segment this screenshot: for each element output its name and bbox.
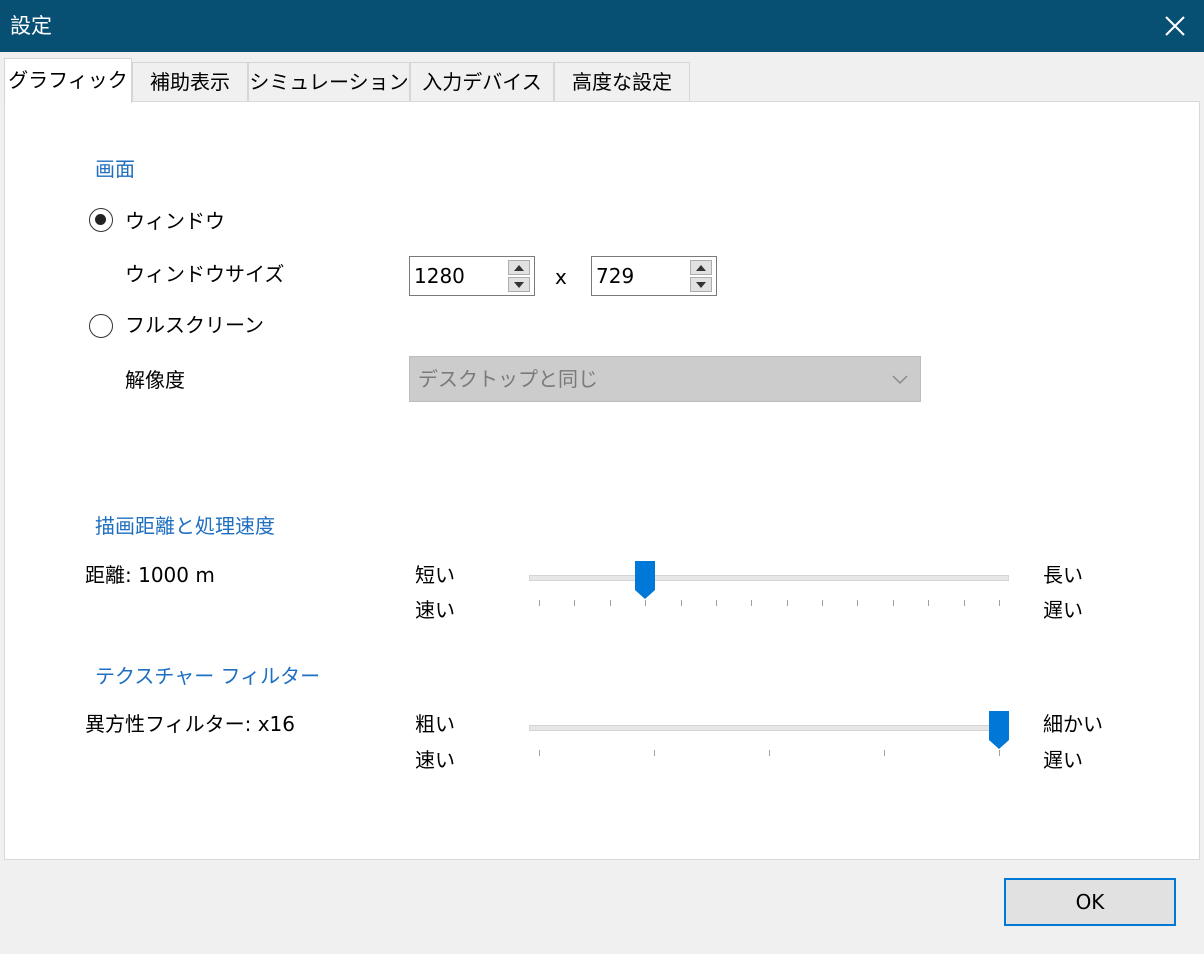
close-icon [1165, 16, 1185, 36]
fullscreen-mode-label: フルスクリーン [125, 313, 264, 337]
slider-tick [610, 600, 611, 606]
draw-distance-slider-track [529, 575, 1009, 581]
window-width-value: 1280 [414, 264, 465, 288]
slider-tick [769, 750, 770, 756]
slider-tick [645, 600, 646, 606]
slider-tick [893, 600, 894, 606]
texture-coarse-label: 粗い [415, 712, 455, 736]
spin-up-icon [696, 264, 706, 271]
draw-distance-slow-label: 遅い [1043, 598, 1083, 622]
title-bar: 設定 [0, 0, 1204, 52]
slider-tick [539, 750, 540, 756]
slider-tick [787, 600, 788, 606]
draw-distance-slider-thumb[interactable] [634, 560, 656, 600]
tab-assist-display[interactable]: 補助表示 [132, 62, 248, 102]
draw-distance-long-label: 長い [1043, 563, 1083, 587]
spin-down-icon [696, 281, 706, 288]
tab-advanced-settings[interactable]: 高度な設定 [554, 62, 690, 102]
window-width-spinner[interactable]: 1280 [409, 256, 535, 296]
graphics-panel: 画面 ウィンドウ ウィンドウサイズ 1280 x 729 フルスクリーン 解像度… [4, 101, 1200, 860]
spin-up-icon [514, 264, 524, 271]
texture-filter-slider-thumb[interactable] [988, 710, 1010, 750]
draw-distance-short-label: 短い [415, 563, 455, 587]
chevron-down-icon [892, 375, 908, 385]
window-height-spinner[interactable]: 729 [591, 256, 717, 296]
texture-fast-label: 速い [415, 748, 455, 772]
slider-tick [928, 600, 929, 606]
tab-input-devices[interactable]: 入力デバイス [410, 62, 554, 102]
size-separator: x [555, 265, 567, 289]
window-mode-radio[interactable] [89, 208, 113, 232]
draw-distance-value: 距離: 1000 m [85, 563, 215, 587]
texture-filter-slider[interactable] [529, 708, 1009, 768]
height-increment-button[interactable] [690, 260, 712, 275]
window-mode-label: ウィンドウ [125, 209, 225, 233]
texture-filter-section-title: テクスチャー フィルター [95, 664, 321, 688]
slider-tick [884, 750, 885, 756]
slider-tick [654, 750, 655, 756]
resolution-label: 解像度 [125, 368, 185, 392]
slider-tick [716, 600, 717, 606]
fullscreen-mode-radio[interactable] [89, 314, 113, 338]
slider-tick [822, 600, 823, 606]
height-decrement-button[interactable] [690, 277, 712, 292]
window-size-label: ウィンドウサイズ [125, 262, 285, 286]
draw-distance-fast-label: 速い [415, 598, 455, 622]
slider-tick [681, 600, 682, 606]
display-section-title: 画面 [95, 157, 135, 181]
draw-distance-slider[interactable] [529, 558, 1009, 618]
slider-tick [857, 600, 858, 606]
texture-filter-slider-track [529, 725, 1009, 731]
spin-down-icon [514, 281, 524, 288]
width-increment-button[interactable] [508, 260, 530, 275]
window-title: 設定 [10, 14, 52, 38]
slider-tick [574, 600, 575, 606]
slider-tick [999, 750, 1000, 756]
tab-graphics[interactable]: グラフィック [4, 58, 132, 103]
close-button[interactable] [1146, 0, 1204, 52]
slider-tick [964, 600, 965, 606]
texture-slow-label: 遅い [1043, 748, 1083, 772]
resolution-value: デスクトップと同じ [418, 367, 598, 391]
tab-simulation[interactable]: シミュレーション [248, 62, 410, 102]
tab-bar: グラフィック 補助表示 シミュレーション 入力デバイス 高度な設定 [4, 58, 1200, 103]
anisotropic-filter-value: 異方性フィルター: x16 [85, 712, 295, 736]
texture-fine-label: 細かい [1043, 712, 1103, 736]
width-decrement-button[interactable] [508, 277, 530, 292]
draw-distance-section-title: 描画距離と処理速度 [95, 514, 275, 538]
slider-tick [999, 600, 1000, 606]
ok-button[interactable]: OK [1004, 878, 1176, 926]
slider-tick [539, 600, 540, 606]
window-height-value: 729 [596, 264, 635, 288]
slider-tick [751, 600, 752, 606]
resolution-dropdown[interactable]: デスクトップと同じ [409, 356, 921, 402]
